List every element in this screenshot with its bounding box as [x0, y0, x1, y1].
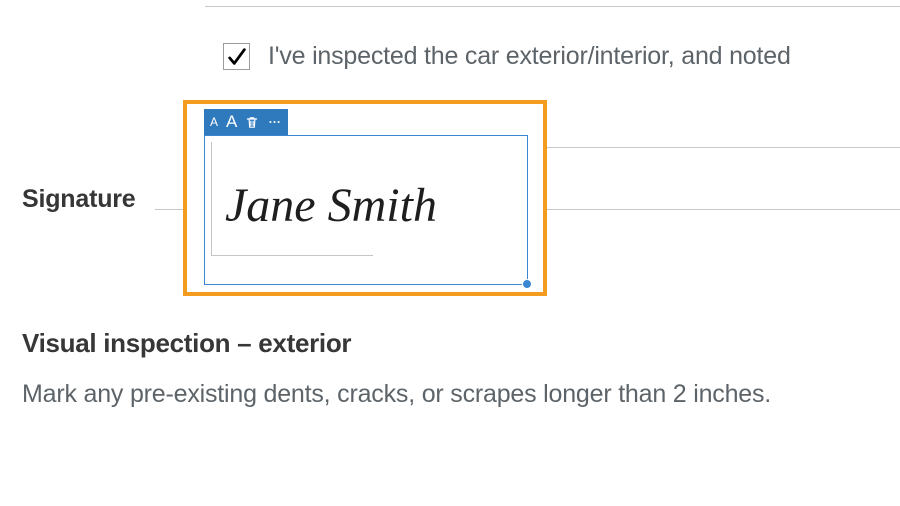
delete-button[interactable] [245, 115, 259, 130]
inspected-checkbox-label: I've inspected the car exterior/interior… [268, 42, 791, 71]
resize-handle-se[interactable] [522, 279, 532, 289]
inspected-checkbox-row: I've inspected the car exterior/interior… [223, 42, 791, 71]
section-title-visual-inspection: Visual inspection – exterior [22, 328, 351, 359]
signature-widget-highlight: A A Jane Smith [183, 100, 547, 296]
signature-baseline-right [547, 209, 900, 210]
signature-toolbar: A A [204, 109, 288, 135]
signature-field-label: Signature [22, 185, 136, 214]
trash-icon [245, 115, 259, 130]
more-horizontal-icon [267, 115, 282, 129]
section-body-visual-inspection: Mark any pre-existing dents, cracks, or … [22, 380, 771, 409]
inspected-checkbox[interactable] [223, 43, 250, 70]
signature-topline-right [547, 147, 900, 148]
checkmark-icon [226, 46, 248, 68]
font-size-increase-button[interactable]: A [226, 112, 237, 132]
font-size-decrease-button[interactable]: A [210, 115, 218, 129]
text-input-underline-top [205, 6, 900, 7]
signature-selection-box[interactable]: Jane Smith [204, 135, 528, 285]
signature-baseline-left [155, 209, 183, 210]
signature-value: Jane Smith [225, 182, 525, 230]
more-options-button[interactable] [267, 115, 282, 129]
